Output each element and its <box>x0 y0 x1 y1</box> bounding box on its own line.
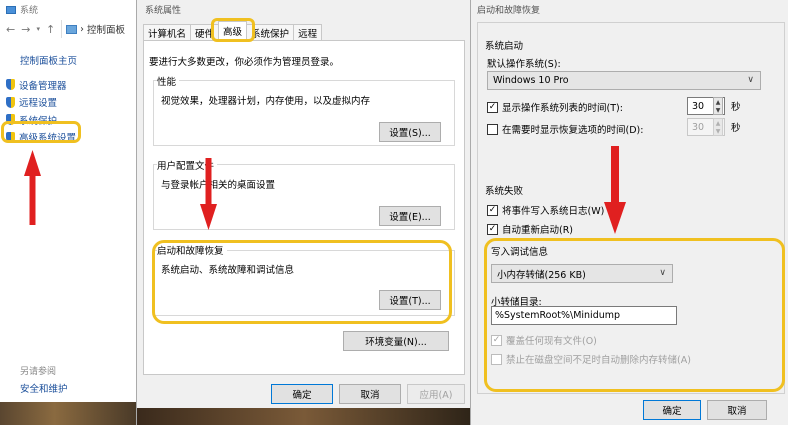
forward-arrow-icon[interactable]: → <box>21 23 30 36</box>
admin-note: 要进行大多数更改，你必须作为管理员登录。 <box>149 57 340 68</box>
debug-info-highlight-box <box>484 238 785 392</box>
system-icon <box>6 5 16 14</box>
breadcrumb[interactable]: › 控制面板 <box>61 20 125 38</box>
dialog-title: 启动和故障恢复 <box>477 6 541 16</box>
tab-highlight-box <box>211 18 255 42</box>
chevron-down-icon: ∨ <box>747 75 754 85</box>
spin-buttons[interactable]: ▲ ▼ <box>713 118 723 136</box>
breadcrumb-item[interactable]: 控制面板 <box>87 22 125 36</box>
write-event-label: 将事件写入系统日志(W) <box>502 206 605 217</box>
checkbox-box[interactable] <box>487 123 498 135</box>
window-title-bar: 系统 <box>6 3 38 16</box>
apply-button[interactable]: 应用(A) <box>407 384 465 404</box>
control-panel-window: 系统 ← → ▾ ↑ › 控制面板 控制面板主页 设备管理器 远程设置 系统保护… <box>0 0 136 425</box>
write-event-checkbox[interactable]: ✓ 将事件写入系统日志(W) <box>487 203 604 217</box>
show-os-list-checkbox[interactable]: ✓ 显示操作系统列表的时间(T): <box>487 100 623 114</box>
sidebar-item-device-manager[interactable]: 设备管理器 <box>6 76 76 94</box>
breadcrumb-separator-icon: › <box>80 23 84 35</box>
sidebar-item-remote-settings[interactable]: 远程设置 <box>6 94 76 112</box>
control-panel-home-link[interactable]: 控制面板主页 <box>20 53 77 67</box>
auto-restart-checkbox[interactable]: ✓ 自动重新启动(R) <box>487 222 573 236</box>
cancel-button[interactable]: 取消 <box>339 384 401 404</box>
ok-button[interactable]: 确定 <box>271 384 333 404</box>
system-properties-dialog: 系统属性 计算机名 硬件 高级 系统保护 远程 要进行大多数更改，你必须作为管理… <box>136 0 470 425</box>
computer-icon <box>66 24 78 34</box>
cancel-button[interactable]: 取消 <box>707 400 767 420</box>
auto-restart-label: 自动重新启动(R) <box>502 225 574 236</box>
performance-label: 性能 <box>157 74 180 88</box>
user-profiles-desc: 与登录帐户相关的桌面设置 <box>161 180 276 191</box>
chevron-down-icon[interactable]: ▾ <box>36 25 40 33</box>
environment-variables-button[interactable]: 环境变量(N)... <box>343 331 449 351</box>
dialog-title: 系统属性 <box>145 6 182 16</box>
performance-settings-button[interactable]: 设置(S)... <box>379 122 441 142</box>
show-recovery-checkbox[interactable]: 在需要时显示恢复选项的时间(D): <box>487 122 643 136</box>
shield-icon <box>6 96 15 108</box>
red-down-arrow-icon <box>200 158 217 230</box>
red-down-arrow-icon <box>604 146 626 234</box>
show-os-list-label: 显示操作系统列表的时间(T): <box>502 103 623 114</box>
seconds-unit: 秒 <box>731 102 741 113</box>
desktop-background <box>137 408 470 425</box>
security-maintenance-link[interactable]: 安全和维护 <box>20 381 68 395</box>
navigation-bar: ← → ▾ ↑ › 控制面板 <box>0 18 136 40</box>
user-profiles-settings-button[interactable]: 设置(E)... <box>379 206 441 226</box>
startup-section-title: 系统启动 <box>485 41 524 52</box>
checkbox-box[interactable]: ✓ <box>487 101 498 113</box>
highlight-box <box>1 121 81 143</box>
shield-icon <box>6 79 15 91</box>
back-arrow-icon[interactable]: ← <box>6 23 15 36</box>
ok-button[interactable]: 确定 <box>643 400 701 420</box>
show-recovery-label: 在需要时显示恢复选项的时间(D): <box>502 125 644 136</box>
sidebar-item-label: 远程设置 <box>19 98 58 110</box>
tab-remote[interactable]: 远程 <box>293 24 323 40</box>
tab-computer-name[interactable]: 计算机名 <box>143 24 192 40</box>
spin-buttons[interactable]: ▲ ▼ <box>713 97 723 115</box>
performance-desc: 视觉效果，处理器计划，内存使用，以及虚拟内存 <box>161 96 371 107</box>
window-title: 系统 <box>20 6 39 16</box>
red-up-arrow-icon <box>24 150 41 225</box>
group-highlight-box <box>152 240 452 324</box>
seconds-unit: 秒 <box>731 123 741 134</box>
checkbox-box[interactable]: ✓ <box>487 223 498 235</box>
default-os-value: Windows 10 Pro <box>493 75 569 86</box>
default-os-label: 默认操作系统(S): <box>487 59 561 70</box>
checkbox-box[interactable]: ✓ <box>487 204 498 216</box>
default-os-select[interactable]: Windows 10 Pro ∨ <box>487 71 761 90</box>
see-also-heading: 另请参阅 <box>20 367 57 377</box>
failure-section-title: 系统失败 <box>485 186 524 197</box>
sidebar-item-label: 设备管理器 <box>19 80 67 92</box>
up-arrow-icon[interactable]: ↑ <box>46 23 55 36</box>
desktop-background <box>0 402 136 425</box>
